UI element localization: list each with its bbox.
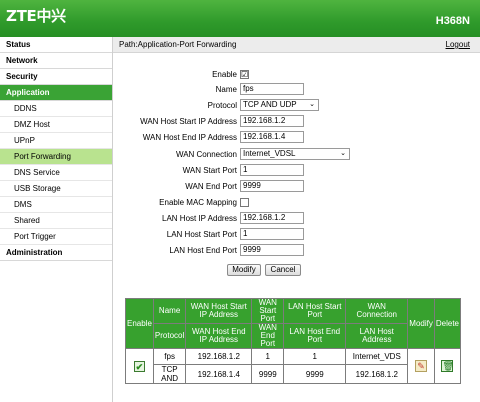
breadcrumb: Path:Application-Port Forwarding — [119, 40, 237, 49]
lan-start-port-input[interactable]: 1 — [240, 228, 304, 240]
submenu-item-dns-service[interactable]: DNS Service — [0, 165, 112, 181]
wan-end-ip-row: WAN Host End IP Address 192.168.1.4 — [113, 131, 480, 145]
modify-button[interactable]: Modify — [227, 264, 261, 276]
mac-mapping-label: Enable MAC Mapping — [159, 198, 237, 207]
name-row: Name fps — [113, 83, 480, 97]
protocol-select[interactable]: TCP AND UDP ⌄ — [240, 99, 319, 111]
col-modify: Modify — [407, 298, 435, 349]
mac-mapping-checkbox[interactable] — [240, 198, 249, 207]
row-lan-end-port: 9999 — [283, 364, 347, 384]
name-input[interactable]: fps — [240, 83, 304, 95]
row-enable-cell: ✔ — [125, 348, 154, 384]
name-label: Name — [215, 85, 237, 94]
lan-ip-input[interactable]: 192.168.1.2 — [240, 212, 304, 224]
lan-start-port-row: LAN Host Start Port 1 — [113, 228, 480, 242]
wan-connection-label: WAN Connection — [175, 150, 237, 159]
lan-ip-row: LAN Host IP Address 192.168.1.2 — [113, 212, 480, 226]
wan-start-ip-label: WAN Host Start IP Address — [140, 117, 237, 126]
menu-item-status[interactable]: Status — [0, 37, 112, 53]
submenu-item-dmz-host[interactable]: DMZ Host — [0, 117, 112, 133]
wan-end-ip-label: WAN Host End IP Address — [142, 133, 237, 142]
logout-link[interactable]: Logout — [446, 40, 470, 49]
edit-icon[interactable]: ✎ — [415, 360, 428, 372]
checkmark-icon: ✔ — [133, 360, 145, 372]
top-header: ZTE中兴 H368N — [0, 0, 480, 37]
form-buttons: Modify Cancel — [113, 264, 480, 278]
wan-connection-selected: Internet_VDSL — [243, 149, 296, 158]
row-protocol: TCP AND — [152, 364, 187, 384]
left-menu: Status Network Security Application DDNS… — [0, 37, 113, 402]
menu-item-application[interactable]: Application — [0, 85, 112, 101]
mac-mapping-row: Enable MAC Mapping — [113, 196, 480, 210]
wan-connection-row: WAN Connection Internet_VDSL ⌄ — [113, 148, 480, 162]
wan-end-port-label: WAN End Port — [185, 182, 237, 191]
cancel-button[interactable]: Cancel — [265, 264, 301, 276]
row-wan-end-ip: 192.168.1.4 — [185, 364, 253, 384]
submenu-item-shared[interactable]: Shared — [0, 213, 112, 229]
rules-table: Enable Name WAN Host Start IP Address WA… — [125, 298, 462, 384]
col-wan-connection: WAN Connection — [345, 298, 409, 324]
model-name: H368N — [435, 15, 470, 27]
trash-icon[interactable]: 🗑 — [441, 360, 454, 372]
row-delete-cell: 🗑 — [433, 348, 462, 384]
row-wan-start-ip: 192.168.1.2 — [185, 348, 253, 365]
row-modify-cell: ✎ — [407, 348, 435, 384]
menu-item-network[interactable]: Network — [0, 53, 112, 69]
col-enable: Enable — [125, 298, 154, 349]
enable-row: Enable ☑ — [113, 68, 480, 82]
submenu-item-usb-storage[interactable]: USB Storage — [0, 181, 112, 197]
col-delete: Delete — [433, 298, 462, 349]
wan-start-port-row: WAN Start Port 1 — [113, 164, 480, 178]
row-lan-ip: 192.168.1.2 — [345, 364, 409, 384]
wan-end-ip-input[interactable]: 192.168.1.4 — [240, 131, 304, 143]
row-wan-start-port: 1 — [251, 348, 285, 365]
col-lan-start-port: LAN Host Start Port — [283, 298, 347, 324]
lan-start-port-label: LAN Host Start Port — [166, 230, 237, 239]
col-lan-end-port: LAN Host End Port — [283, 323, 347, 349]
lan-ip-label: LAN Host IP Address — [162, 214, 237, 223]
enable-label: Enable — [212, 70, 237, 79]
row-wan-end-port: 9999 — [251, 364, 285, 384]
row-lan-start-port: 1 — [283, 348, 347, 365]
protocol-label: Protocol — [207, 101, 237, 110]
wan-start-port-label: WAN Start Port — [182, 166, 237, 175]
wan-end-port-input[interactable]: 9999 — [240, 180, 304, 192]
wan-start-port-input[interactable]: 1 — [240, 164, 304, 176]
chevron-down-icon: ⌄ — [340, 150, 346, 157]
path-bar: Path:Application-Port Forwarding Logout — [113, 37, 480, 53]
submenu-item-dms[interactable]: DMS — [0, 197, 112, 213]
wan-start-ip-row: WAN Host Start IP Address 192.168.1.2 — [113, 115, 480, 129]
enable-checkbox[interactable]: ☑ — [240, 70, 249, 79]
submenu-item-upnp[interactable]: UPnP — [0, 133, 112, 149]
col-wan-start-port: WAN Start Port — [251, 298, 285, 324]
submenu-item-port-trigger[interactable]: Port Trigger — [0, 229, 112, 245]
submenu-item-port-forwarding[interactable]: Port Forwarding — [0, 149, 112, 165]
col-protocol: Protocol — [152, 323, 187, 349]
wan-start-ip-input[interactable]: 192.168.1.2 — [240, 115, 304, 127]
lan-end-port-row: LAN Host End Port 9999 — [113, 244, 480, 258]
chevron-down-icon: ⌄ — [309, 101, 315, 108]
row-wan-connection: Internet_VDS — [345, 348, 409, 365]
protocol-selected: TCP AND UDP — [243, 100, 297, 109]
row-name: fps — [152, 348, 187, 365]
menu-item-security[interactable]: Security — [0, 69, 112, 85]
lan-end-port-input[interactable]: 9999 — [240, 244, 304, 256]
protocol-row: Protocol TCP AND UDP ⌄ — [113, 99, 480, 113]
col-wan-start-ip: WAN Host Start IP Address — [185, 298, 253, 324]
col-name: Name — [152, 298, 187, 324]
zte-logo: ZTE中兴 — [6, 7, 66, 25]
col-wan-end-port: WAN End Port — [251, 323, 285, 349]
col-lan-ip: LAN Host Address — [345, 323, 409, 349]
wan-end-port-row: WAN End Port 9999 — [113, 180, 480, 194]
wan-connection-select[interactable]: Internet_VDSL ⌄ — [240, 148, 350, 160]
table-row: ✔ fps 192.168.1.2 1 1 Internet_VDS ✎ 🗑 — [125, 348, 462, 384]
submenu-item-ddns[interactable]: DDNS — [0, 101, 112, 117]
menu-item-administration[interactable]: Administration — [0, 245, 112, 261]
lan-end-port-label: LAN Host End Port — [169, 246, 237, 255]
col-wan-end-ip: WAN Host End IP Address — [185, 323, 253, 349]
